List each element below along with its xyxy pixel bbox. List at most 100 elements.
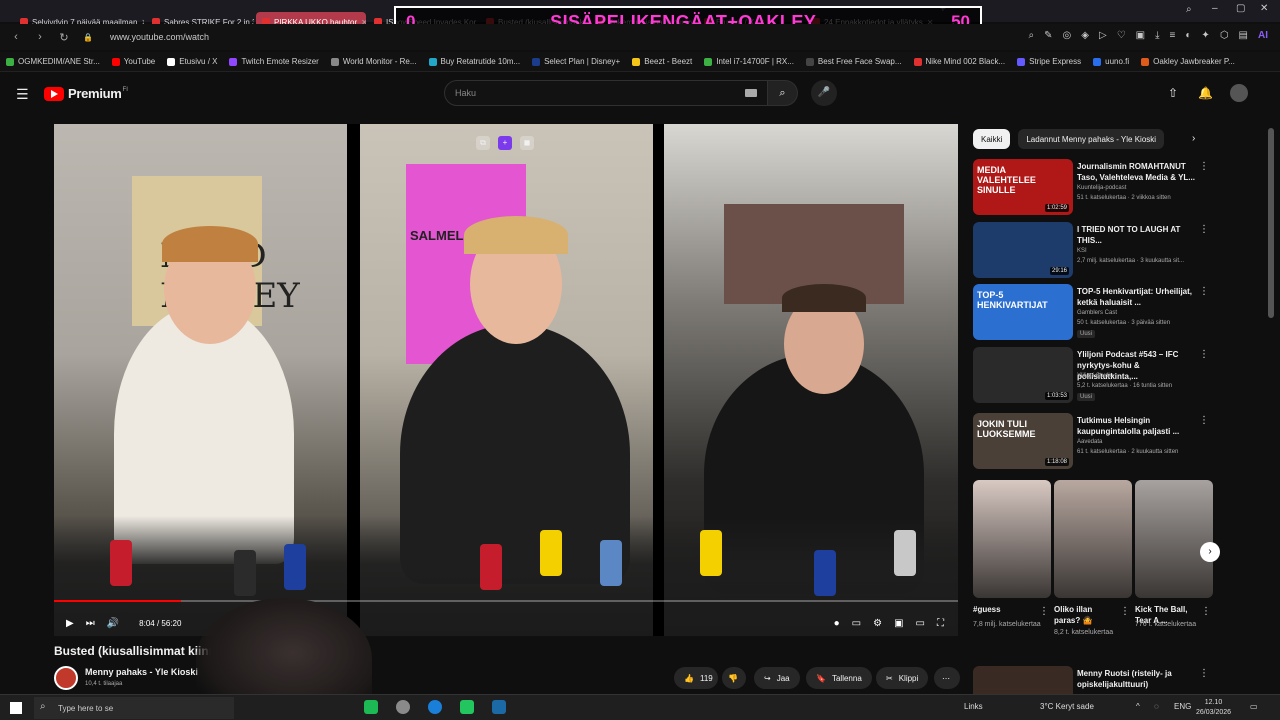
bookmark-item[interactable]: Oakley Jawbreaker P... [1141,57,1235,66]
maximize-icon[interactable]: ▢ [1236,3,1245,14]
sidebar-icon[interactable]: ▤ [1239,30,1248,41]
list-item[interactable]: TOP-5 HENKIVARTIJAT TOP-5 Henkivartijat: … [973,284,1221,340]
links-label[interactable]: Links [964,702,983,711]
clock[interactable]: 12.10 26/03/2026 [1196,698,1231,718]
chevron-right-icon[interactable]: › [1192,133,1195,144]
taskbar-search[interactable]: ⌕ Type here to se [34,697,234,719]
kebab-icon[interactable]: ⋮ [1199,668,1209,679]
shorts-thumbnail[interactable] [1054,480,1132,598]
search-tabs-icon[interactable]: ⌕ [1186,4,1192,15]
kebab-icon[interactable]: ⋮ [1199,286,1209,297]
menu-icon[interactable]: ≡ [1170,30,1176,41]
zoom-icon[interactable]: ⌕ [1029,30,1035,41]
kebab-icon[interactable]: ⋮ [1199,349,1209,360]
bookmark-item[interactable]: Etusivu / X [167,57,217,66]
like-button[interactable]: 👍 119 [674,667,718,689]
shorts-title[interactable]: Oliko illan paras? 🤷 [1054,604,1116,626]
app-icon[interactable] [396,700,410,714]
bookmark-item[interactable]: YouTube [111,57,155,66]
menu-icon[interactable]: ☰ [16,86,29,103]
progress-bar[interactable] [54,600,958,602]
next-icon[interactable]: ⏭ [86,618,95,629]
more-actions-button[interactable]: ⋯ [934,667,960,689]
search-input[interactable]: Haku [444,80,768,106]
chip-filter[interactable]: Kaikki [973,129,1011,149]
kebab-icon[interactable]: ⋮ [1039,606,1049,617]
shorts-thumbnail[interactable] [973,480,1051,598]
share-button[interactable]: ↪ Jaa [754,667,800,689]
camera-icon[interactable]: ◎ [1063,30,1072,41]
bookmark-item[interactable]: Twitch Emote Resizer [229,57,319,66]
search-button[interactable]: ⌕ [768,80,798,106]
autoplay-toggle[interactable]: ● [834,618,840,629]
bell-icon[interactable]: 🔔 [1198,86,1213,100]
steam-icon[interactable] [492,700,506,714]
video-player[interactable]: NEED MONEY SALMELAINEN ⧉ + ◼ ▶ [54,124,958,636]
pip-icon[interactable]: ⧉ [476,136,490,150]
bookmark-item[interactable]: Select Plan | Disney+ [532,57,620,66]
cube-icon[interactable]: ⬡ [1220,30,1229,41]
shorts-thumbnail[interactable] [1135,480,1213,598]
ai-button[interactable]: AI [1258,30,1268,41]
media-app-icon[interactable] [460,700,474,714]
captions-icon[interactable]: ▭ [852,618,861,629]
edge-icon[interactable] [428,700,442,714]
shorts-next-button[interactable]: › [1200,542,1220,562]
miniplayer-icon[interactable]: ▣ [894,618,903,629]
bookmark-item[interactable]: World Monitor - Re... [330,57,417,66]
avatar[interactable] [1230,84,1248,102]
language-label[interactable]: ENG [1174,702,1191,711]
kebab-icon[interactable]: ⋮ [1201,606,1211,617]
kebab-icon[interactable]: ⋮ [1199,161,1209,172]
kebab-icon[interactable]: ⋮ [1199,224,1209,235]
keyboard-icon[interactable] [745,89,757,97]
bookmark-item[interactable]: uuno.fi [1093,57,1129,66]
bookmark-item[interactable]: Buy Retatrutide 10m... [428,57,520,66]
camera-icon[interactable]: ◼ [520,136,534,150]
bookmark-item[interactable]: Stripe Express [1017,57,1081,66]
back-icon[interactable]: ‹ [8,31,24,43]
network-icon[interactable]: ◌ [1154,702,1159,711]
shorts-title[interactable]: #guess [973,604,1035,615]
edit-icon[interactable]: ✎ [1044,30,1052,41]
bookmark-item[interactable]: Best Free Face Swap... [805,57,902,66]
plus-icon[interactable]: + [498,136,512,150]
minimize-icon[interactable]: – [1212,3,1218,14]
heart-icon[interactable]: ♡ [1117,30,1126,41]
close-window-icon[interactable]: ✕ [1260,3,1268,14]
channel-avatar[interactable] [54,666,78,690]
theater-icon[interactable]: ▭ [916,618,925,629]
fullscreen-icon[interactable]: ⛶ [937,618,944,629]
kebab-icon[interactable]: ⋮ [1199,415,1209,426]
list-item[interactable]: Menny Ruotsi (risteily- ja opiskelijakul… [973,666,1221,694]
play-icon[interactable]: ▶ [66,618,74,629]
channel-name[interactable]: Menny pahaks - Yle Kioski [85,667,198,677]
notification-icon[interactable]: ▭ [1250,702,1258,711]
list-item[interactable]: JOKIN TULI LUOKSEMME 1:18:08 Tutkimus Hels… [973,413,1221,469]
box-icon[interactable]: ▣ [1136,30,1145,41]
spotify-app-icon[interactable] [364,700,378,714]
profile-icon[interactable]: ◐ [1185,30,1191,41]
save-button[interactable]: 🔖 Tallenna [806,667,872,689]
settings-icon[interactable]: ⚙ [873,618,882,629]
voice-search-button[interactable]: 🎤 [811,80,837,106]
list-item[interactable]: MEDIA VALEHTELEE SINULLE 1:02:59 Journalis… [973,159,1221,215]
dislike-button[interactable]: 👎 [722,667,746,689]
volume-icon[interactable]: 🔊 [107,618,119,629]
kebab-icon[interactable]: ⋮ [1120,606,1130,617]
shield-icon[interactable]: ◈ [1081,30,1089,41]
download-icon[interactable]: ⤓ [1155,30,1159,41]
extension-icon[interactable]: ✦ [1201,30,1209,41]
tray-chevron-icon[interactable]: ^ [1136,702,1140,711]
bookmark-item[interactable]: Intel i7-14700F | RX... [704,57,794,66]
weather-label[interactable]: 3°C Keryt sade [1040,702,1094,711]
bookmark-item[interactable]: Nike Mind 002 Black... [913,57,1005,66]
forward-icon[interactable]: › [32,31,48,43]
clip-button[interactable]: ✂ Klippi [876,667,929,689]
upload-icon[interactable]: ⇧ [1168,86,1178,100]
youtube-logo[interactable]: Premium FI [44,86,128,101]
reload-icon[interactable]: ↻ [56,31,72,44]
scrollbar[interactable] [1268,128,1274,318]
bookmark-item[interactable]: Beezt - Beezt [632,57,692,66]
url-field[interactable]: www.youtube.com/watch [110,32,209,42]
